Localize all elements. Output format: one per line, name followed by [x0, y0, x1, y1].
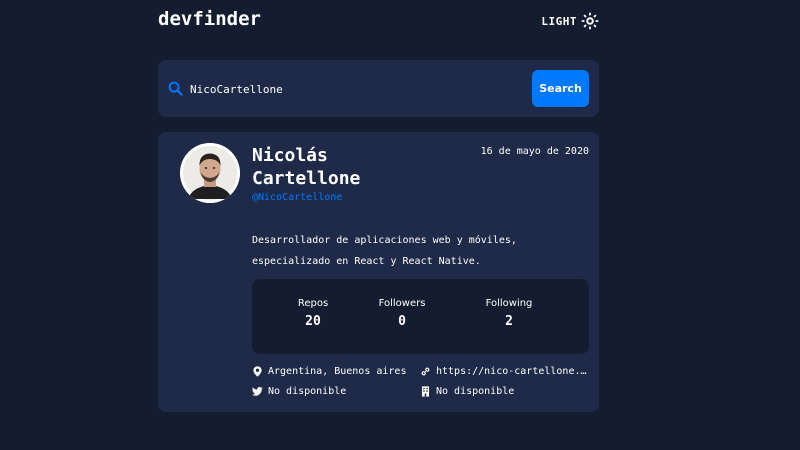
profile-card: Nicolás Cartellone @NicoCartellone 16 de… — [158, 132, 599, 412]
location-pin-icon — [253, 366, 262, 377]
stats-panel: Repos 20 Followers 0 Following 2 — [252, 279, 589, 354]
stat-followers: Followers 0 — [357, 298, 447, 329]
building-icon — [421, 386, 430, 397]
app-logo: devfinder — [158, 8, 261, 30]
twitter-text: No disponible — [268, 386, 347, 397]
twitter-icon — [252, 386, 263, 396]
join-date: 16 de mayo de 2020 — [480, 146, 589, 157]
stat-following-label: Following — [485, 298, 533, 309]
link-icon — [421, 367, 430, 376]
theme-toggle-label: LIGHT — [541, 14, 577, 28]
blog-link-text: https://nico-cartellone.netlify.app — [436, 366, 591, 377]
location-text: Argentina, Buenos aires — [268, 366, 407, 377]
sun-icon — [581, 12, 599, 30]
devfinder-app: devfinder LIGHT NicoCartellone Search Ni… — [158, 0, 599, 450]
company-text: No disponible — [436, 386, 515, 397]
stat-following-value: 2 — [505, 314, 513, 329]
company-item: No disponible — [420, 386, 514, 397]
profile-bio: Desarrollador de aplicaciones web y móvi… — [252, 235, 517, 267]
avatar — [180, 143, 240, 203]
search-input[interactable] — [190, 78, 520, 100]
stat-followers-label: Followers — [378, 298, 426, 309]
stat-followers-value: 0 — [398, 314, 406, 329]
stat-repos-label: Repos — [297, 298, 329, 309]
location-item: Argentina, Buenos aires — [252, 366, 406, 377]
header: devfinder LIGHT — [158, 8, 599, 34]
search-icon — [168, 81, 183, 96]
twitter-item: No disponible — [252, 386, 346, 397]
theme-toggle[interactable]: LIGHT — [541, 10, 599, 32]
stat-repos-value: 20 — [305, 314, 321, 329]
stat-repos: Repos 20 — [268, 298, 358, 329]
blog-link[interactable]: https://nico-cartellone.netlify.app — [420, 366, 595, 377]
avatar-photo — [180, 143, 240, 203]
stat-following: Following 2 — [464, 298, 554, 329]
profile-username-link[interactable]: @NicoCartellone — [252, 192, 342, 203]
search-button[interactable]: Search — [532, 70, 589, 107]
profile-name: Nicolás Cartellone — [252, 145, 361, 189]
search-bar: Search — [158, 60, 599, 117]
profile-links: Argentina, Buenos aires https://nico-car… — [252, 366, 597, 406]
